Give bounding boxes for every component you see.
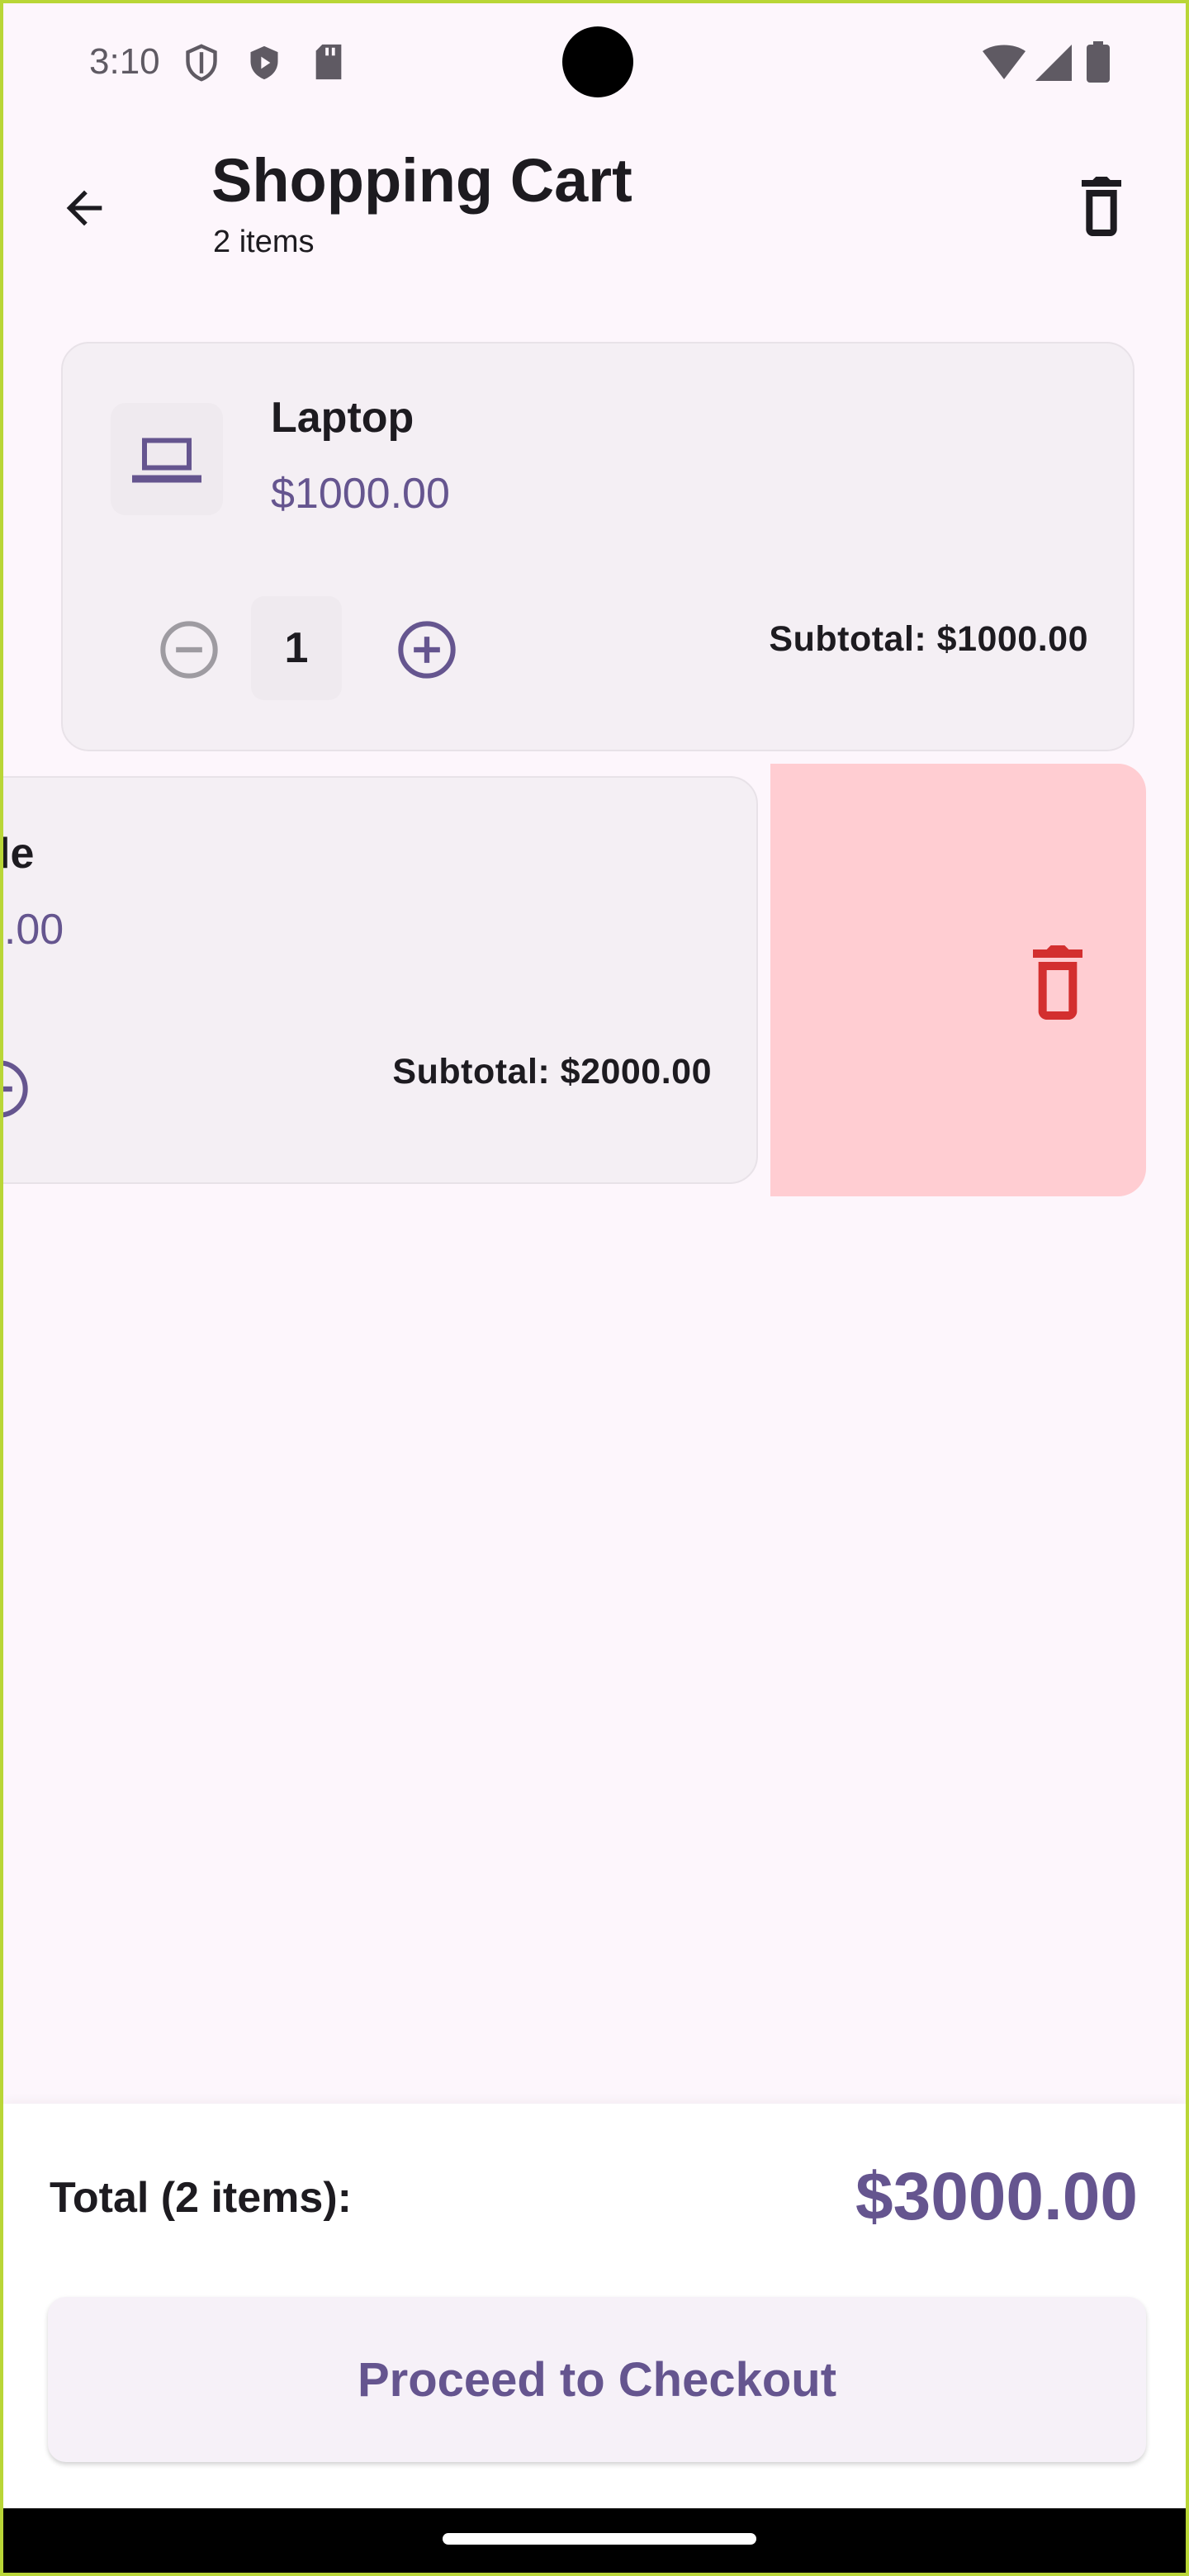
item-thumbnail bbox=[111, 403, 223, 515]
add-circle-outline-icon bbox=[3, 1060, 28, 1118]
front-camera bbox=[562, 26, 633, 97]
total-value: $3000.00 bbox=[855, 2159, 1138, 2234]
delete-icon bbox=[1033, 945, 1082, 1020]
decrease-quantity-button[interactable] bbox=[145, 606, 233, 694]
laptop-icon bbox=[132, 438, 201, 483]
status-time: 3:10 bbox=[89, 41, 160, 82]
wifi-icon bbox=[983, 45, 1026, 79]
clear-cart-button[interactable] bbox=[1062, 167, 1141, 246]
item-name: le bbox=[0, 830, 35, 878]
item-subtotal: Subtotal: $2000.00 bbox=[392, 1052, 712, 1091]
cart-item-card-swiping[interactable]: le 0.00 Subtotal: $2000.00 bbox=[0, 776, 758, 1184]
checkout-summary-panel: Total (2 items): $3000.00 Proceed to Che… bbox=[3, 2104, 1186, 2517]
delete-icon bbox=[1082, 177, 1121, 236]
sd-card-icon bbox=[315, 44, 342, 80]
increase-quantity-button[interactable] bbox=[383, 606, 471, 694]
status-bar: 3:10 bbox=[3, 3, 1186, 119]
total-label: Total (2 items): bbox=[50, 2174, 352, 2222]
quantity-value: 1 bbox=[251, 596, 342, 700]
increase-quantity-button[interactable] bbox=[3, 1045, 43, 1133]
item-subtotal: Subtotal: $1000.00 bbox=[769, 619, 1088, 659]
arrow-back-icon bbox=[66, 190, 102, 226]
signal-icon bbox=[1035, 45, 1072, 81]
swipe-delete-background[interactable] bbox=[770, 764, 1146, 1196]
battery-icon bbox=[1087, 41, 1110, 83]
home-gesture-handle[interactable] bbox=[443, 2533, 756, 2545]
remove-circle-outline-icon bbox=[160, 621, 218, 679]
item-price: $1000.00 bbox=[271, 470, 450, 518]
play-protect-icon bbox=[250, 45, 278, 80]
item-price: 0.00 bbox=[3, 906, 64, 954]
proceed-to-checkout-button[interactable]: Proceed to Checkout bbox=[48, 2297, 1146, 2462]
item-count-subtitle: 2 items bbox=[213, 225, 315, 259]
item-name: Laptop bbox=[271, 394, 414, 442]
add-circle-outline-icon bbox=[398, 621, 456, 679]
app-bar: Shopping Cart 2 items bbox=[3, 127, 1186, 284]
phone-screen: 3:10 Shopping Cart 2 items Laptop $1000.… bbox=[0, 0, 1189, 2576]
page-title: Shopping Cart bbox=[211, 146, 632, 215]
shield-icon bbox=[186, 44, 217, 82]
back-button[interactable] bbox=[45, 168, 124, 248]
cart-item-card[interactable]: Laptop $1000.00 1 Subtotal: $1000.00 bbox=[61, 342, 1135, 751]
system-navigation-bar bbox=[3, 2508, 1186, 2573]
